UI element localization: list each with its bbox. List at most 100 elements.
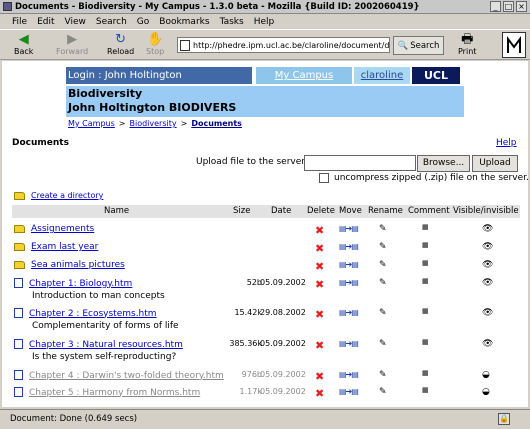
delete-icon[interactable]: ✖	[315, 224, 324, 237]
comment-icon[interactable]: ▦	[422, 387, 429, 394]
comment-icon[interactable]: ▦	[422, 242, 429, 249]
visible-eye-icon[interactable]: 👁	[482, 260, 493, 270]
delete-icon[interactable]: ✖	[315, 387, 324, 400]
file-name-link[interactable]: Chapter 2 : Ecosystems.htm	[29, 309, 157, 319]
breadcrumb-biodiversity[interactable]: Biodiversity	[129, 119, 176, 128]
folder-icon	[14, 242, 25, 251]
stop-icon: ✋	[147, 32, 164, 47]
back-button[interactable]: ◀ Back	[14, 32, 33, 56]
rename-icon[interactable]: ✎	[379, 260, 387, 270]
menu-tasks[interactable]: Tasks	[220, 17, 244, 27]
move-icon[interactable]: ▤➔▤	[339, 339, 359, 348]
delete-icon[interactable]: ✖	[315, 278, 324, 291]
file-date: 05.09.2002	[260, 339, 306, 348]
delete-icon[interactable]: ✖	[315, 242, 324, 255]
file-size: 15.42k	[234, 308, 262, 317]
visible-eye-icon[interactable]: 👁	[482, 224, 493, 234]
comment-icon[interactable]: ▦	[422, 278, 429, 285]
file-name-link[interactable]: Chapter 5 : Harmony from Norms.htm	[29, 388, 200, 398]
move-icon[interactable]: ▤➔▤	[339, 387, 359, 396]
browse-button[interactable]: Browse...	[417, 155, 470, 172]
delete-icon[interactable]: ✖	[315, 370, 324, 383]
visible-eye-icon[interactable]: 👁	[482, 242, 493, 252]
page-title: Documents	[12, 138, 69, 148]
menu-edit[interactable]: Edit	[37, 17, 54, 27]
move-icon[interactable]: ▤➔▤	[339, 242, 359, 251]
file-size: 976b	[241, 370, 262, 379]
move-icon[interactable]: ▤➔▤	[339, 224, 359, 233]
forward-arrow-icon: ▶	[67, 32, 78, 47]
folder-icon	[14, 224, 25, 233]
rename-icon[interactable]: ✎	[379, 387, 387, 397]
upload-button[interactable]: Upload	[472, 155, 518, 172]
breadcrumb-separator: >	[180, 119, 188, 128]
comment-icon[interactable]: ▦	[422, 370, 429, 377]
rename-icon[interactable]: ✎	[379, 339, 387, 349]
rename-icon[interactable]: ✎	[379, 224, 387, 234]
menu-view[interactable]: View	[65, 17, 86, 27]
file-name-link[interactable]: Sea animals pictures	[31, 260, 125, 270]
maximize-button[interactable]: □	[503, 1, 514, 12]
mozilla-logo	[502, 32, 526, 58]
help-link[interactable]: Help	[496, 138, 517, 148]
file-name-link[interactable]: Chapter 4 : Darwin's two-folded theory.h…	[29, 371, 224, 381]
delete-icon[interactable]: ✖	[315, 260, 324, 273]
rename-icon[interactable]: ✎	[379, 278, 387, 288]
delete-icon[interactable]: ✖	[315, 339, 324, 352]
ucl-logo[interactable]: UCL	[412, 67, 460, 84]
course-header: Biodiversity John Holtington BIODIVERS	[66, 86, 464, 117]
claroline-link[interactable]: claroline	[354, 67, 410, 84]
delete-icon[interactable]: ✖	[315, 308, 324, 321]
file-size: 52b	[246, 278, 262, 287]
breadcrumb-documents[interactable]: Documents	[191, 119, 242, 128]
comment-icon[interactable]: ▦	[422, 308, 429, 315]
move-icon[interactable]: ▤➔▤	[339, 260, 359, 269]
visible-eye-icon[interactable]: 👁	[482, 278, 493, 288]
search-button[interactable]: 🔍 Search	[393, 36, 444, 55]
file-name-link[interactable]: Chapter 1: Biology.htm	[29, 279, 132, 289]
my-campus-link[interactable]: My Campus	[256, 67, 352, 84]
menu-bookmarks[interactable]: Bookmarks	[159, 17, 209, 27]
invisible-eye-icon[interactable]: ◒	[482, 387, 490, 397]
menu-search[interactable]: Search	[96, 17, 127, 27]
file-name-link[interactable]: Assignements	[31, 224, 94, 234]
document-icon	[14, 370, 23, 380]
search-icon: 🔍	[397, 40, 409, 51]
menu-file[interactable]: File	[12, 17, 27, 27]
search-label: Search	[410, 40, 440, 51]
menu-help[interactable]: Help	[254, 17, 275, 27]
close-button[interactable]: ×	[516, 1, 527, 12]
print-button[interactable]: 🖶 Print	[458, 32, 476, 56]
menu-go[interactable]: Go	[137, 17, 149, 27]
course-title: Biodiversity	[68, 87, 143, 100]
minimize-button[interactable]: _	[490, 1, 501, 12]
move-icon[interactable]: ▤➔▤	[339, 308, 359, 317]
document-icon	[14, 339, 23, 349]
comment-icon[interactable]: ▦	[422, 224, 429, 231]
breadcrumb-my-campus[interactable]: My Campus	[68, 119, 115, 128]
uncompress-checkbox[interactable]	[319, 173, 329, 183]
rename-icon[interactable]: ✎	[379, 242, 387, 252]
url-field[interactable]: http://phedre.ipm.ucl.ac.be/claroline/do…	[177, 37, 390, 53]
rename-icon[interactable]: ✎	[379, 370, 387, 380]
comment-icon[interactable]: ▦	[422, 260, 429, 267]
stop-button[interactable]: ✋ Stop	[146, 32, 164, 56]
visible-eye-icon[interactable]: 👁	[482, 339, 493, 349]
forward-button[interactable]: ▶ Forward	[56, 32, 88, 56]
comment-icon[interactable]: ▦	[422, 339, 429, 346]
reload-button[interactable]: ↻ Reload	[107, 32, 134, 56]
rename-icon[interactable]: ✎	[379, 308, 387, 318]
visible-eye-icon[interactable]: 👁	[482, 308, 493, 318]
header-visible: Visible/invisible	[453, 206, 519, 216]
create-directory[interactable]: Create a directory	[14, 191, 103, 200]
move-icon[interactable]: ▤➔▤	[339, 278, 359, 287]
file-name-link[interactable]: Exam last year	[31, 242, 98, 252]
upload-file-input[interactable]	[304, 155, 416, 171]
file-name-link[interactable]: Chapter 3 : Natural resources.htm	[29, 340, 183, 350]
window-menu-icon[interactable]	[3, 2, 12, 11]
table-header: Name Size Date Delete Move Rename Commen…	[12, 205, 520, 218]
invisible-eye-icon[interactable]: ◒	[482, 370, 490, 380]
move-icon[interactable]: ▤➔▤	[339, 370, 359, 379]
security-lock-icon[interactable]: 🔒	[498, 413, 510, 425]
create-directory-link[interactable]: Create a directory	[31, 191, 103, 200]
